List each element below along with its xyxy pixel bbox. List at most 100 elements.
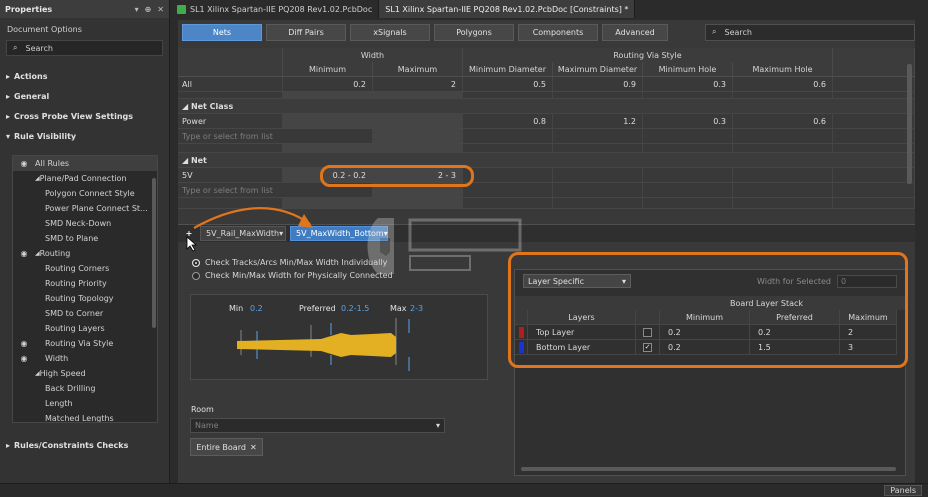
rule-tree-label: Routing Corners — [45, 264, 110, 273]
rule-tree-item[interactable]: ◢ Plane/Pad Connection — [13, 171, 157, 186]
cell-value[interactable]: 1.2 — [553, 114, 643, 128]
row-label: All — [178, 77, 283, 91]
filter-components-button[interactable]: Components — [518, 23, 598, 41]
col-max-diameter[interactable]: Maximum Diameter — [553, 62, 643, 76]
grid-search-input[interactable]: ⌕ Search — [705, 23, 915, 41]
cell-value[interactable] — [643, 168, 733, 182]
cell-value[interactable]: 0.9 — [553, 77, 643, 91]
rule-tree-item[interactable]: Routing Layers — [13, 321, 157, 336]
cell-value[interactable] — [733, 168, 833, 182]
net-class-group[interactable]: ◢ Net Class — [178, 99, 915, 114]
track-width-diagram: Min 0.2 Preferred 0.2-1.5 Max 2-3 — [190, 294, 488, 380]
diagram-max-value: 2-3 — [410, 304, 423, 313]
cell-value[interactable] — [463, 168, 553, 182]
document-tabs: SL1 Xilinx Spartan-IIE PQ208 Rev1.02.Pcb… — [171, 0, 928, 18]
rule-tree-item[interactable]: Back Drilling — [13, 381, 157, 396]
rule-tree-label: Plane/Pad Connection — [39, 174, 127, 183]
eye-icon[interactable]: ◉ — [13, 159, 35, 168]
doc-tab-pcb[interactable]: SL1 Xilinx Spartan-IIE PQ208 Rev1.02.Pcb… — [171, 0, 380, 18]
table-row[interactable]: Power 0.8 1.2 0.3 0.6 — [178, 114, 915, 129]
doc-tab-constraints[interactable]: SL1 Xilinx Spartan-IIE PQ208 Rev1.02.Pcb… — [379, 0, 636, 18]
tree-scrollbar[interactable] — [152, 178, 156, 328]
cell-value[interactable]: 0.3 — [643, 77, 733, 91]
rule-tree-item[interactable]: SMD Neck-Down — [13, 216, 157, 231]
properties-panel: Properties ▾ ⊕ ✕ Document Options ⌕ Sear… — [0, 0, 170, 483]
cell-empty — [833, 183, 915, 197]
cell-empty — [733, 129, 833, 143]
cell-value[interactable]: 0.8 — [463, 114, 553, 128]
cell-value[interactable] — [283, 114, 373, 128]
type-or-select-input[interactable]: Type or select from list — [178, 129, 373, 143]
section-rule-visibility[interactable]: ▾ Rule Visibility — [0, 126, 169, 146]
diagram-min-value: 0.2 — [250, 304, 263, 313]
rule-tree-item[interactable]: Routing Priority — [13, 276, 157, 291]
filter-polygons-button[interactable]: Polygons — [434, 23, 514, 41]
cell-empty — [833, 168, 915, 182]
eye-icon[interactable]: ◉ — [13, 249, 35, 258]
eye-icon[interactable]: ◉ — [13, 339, 35, 348]
cell-value[interactable] — [373, 114, 463, 128]
rule-tree-item[interactable]: SMD to Corner — [13, 306, 157, 321]
constraints-grid: Width Routing Via Style Minimum Maximum … — [178, 48, 915, 209]
rule-tree-item[interactable]: Routing Topology — [13, 291, 157, 306]
panel-menu-icon[interactable]: ▾ — [135, 5, 139, 14]
col-min-hole[interactable]: Minimum Hole — [643, 62, 733, 76]
cell-value[interactable]: 2 — [373, 77, 463, 91]
section-actions[interactable]: ▸ Actions — [0, 66, 169, 86]
cell-value[interactable] — [553, 168, 643, 182]
rule-tree-item[interactable]: Matched Lengths — [13, 411, 157, 422]
cell-value[interactable]: 0.2 — [283, 77, 373, 91]
table-row-new[interactable]: Type or select from list — [178, 129, 915, 144]
eye-icon[interactable]: ◉ — [13, 354, 35, 363]
net-group[interactable]: ◢ Net — [178, 153, 915, 168]
rule-tree-label: SMD Neck-Down — [45, 219, 112, 228]
layer-table-scrollbar[interactable] — [521, 467, 896, 471]
rule-tree-item[interactable]: ◉ Width — [13, 351, 157, 366]
rule-tree-item[interactable]: Routing Corners — [13, 261, 157, 276]
entire-board-button[interactable]: Entire Board ✕ — [190, 438, 263, 456]
status-bar: Panels — [0, 483, 928, 497]
col-min-diameter[interactable]: Minimum Diameter — [463, 62, 553, 76]
collapse-arrow-icon: ▾ — [6, 131, 11, 141]
rule-tree-label: Back Drilling — [45, 384, 96, 393]
rule-tree-item[interactable]: ◢ High Speed — [13, 366, 157, 381]
rule-tree-item[interactable]: SMD to Plane — [13, 231, 157, 246]
close-icon[interactable]: ✕ — [250, 443, 257, 452]
section-rules-checks[interactable]: ▸ Rules/Constraints Checks — [0, 435, 134, 455]
properties-title-bar: Properties ▾ ⊕ ✕ — [0, 0, 169, 18]
rule-tree-item[interactable]: ◉ All Rules — [13, 156, 157, 171]
radio-check-individually[interactable]: Check Tracks/Arcs Min/Max Width Individu… — [192, 258, 387, 267]
rule-tree-label: Routing Priority — [45, 279, 107, 288]
filter-xsignals-button[interactable]: xSignals — [350, 23, 430, 41]
rule-tree-item[interactable]: Power Plane Connect St... — [13, 201, 157, 216]
col-maximum[interactable]: Maximum — [373, 62, 463, 76]
rule-tree-item[interactable]: ◉ Routing Via Style — [13, 336, 157, 351]
room-name-select[interactable]: Name ▾ — [190, 418, 445, 433]
rule-tree-item[interactable]: Polygon Connect Style — [13, 186, 157, 201]
cell-value[interactable]: 0.6 — [733, 114, 833, 128]
filter-diff-pairs-button[interactable]: Diff Pairs — [266, 23, 346, 41]
search-icon: ⌕ — [712, 27, 717, 36]
properties-search-input[interactable]: ⌕ Search — [6, 40, 163, 56]
rule-tree-item[interactable]: Length — [13, 396, 157, 411]
panels-button[interactable]: Panels — [884, 485, 922, 496]
cell-value[interactable]: 0.3 — [643, 114, 733, 128]
table-row-new[interactable]: Type or select from list — [178, 183, 915, 198]
advanced-button[interactable]: Advanced — [602, 23, 668, 41]
filter-nets-button[interactable]: Nets — [182, 23, 262, 41]
section-general[interactable]: ▸ General — [0, 86, 169, 106]
col-max-hole[interactable]: Maximum Hole — [733, 62, 833, 76]
cell-value[interactable]: 0.6 — [733, 77, 833, 91]
table-row[interactable]: 5V 0.2 - 0.2 2 - 3 — [178, 168, 915, 183]
grid-group-header: Width Routing Via Style — [178, 48, 915, 62]
diagram-max-label: Max — [390, 304, 407, 313]
pin-icon[interactable]: ⊕ — [145, 5, 152, 14]
grid-scrollbar[interactable] — [907, 64, 912, 184]
col-minimum[interactable]: Minimum — [283, 62, 373, 76]
cell-empty — [833, 77, 915, 91]
close-icon[interactable]: ✕ — [157, 5, 164, 14]
section-cross-probe[interactable]: ▸ Cross Probe View Settings — [0, 106, 169, 126]
cell-value[interactable]: 0.5 — [463, 77, 553, 91]
rule-tree-item[interactable]: ◉ ◢ Routing — [13, 246, 157, 261]
table-row[interactable]: All 0.2 2 0.5 0.9 0.3 0.6 — [178, 77, 915, 92]
